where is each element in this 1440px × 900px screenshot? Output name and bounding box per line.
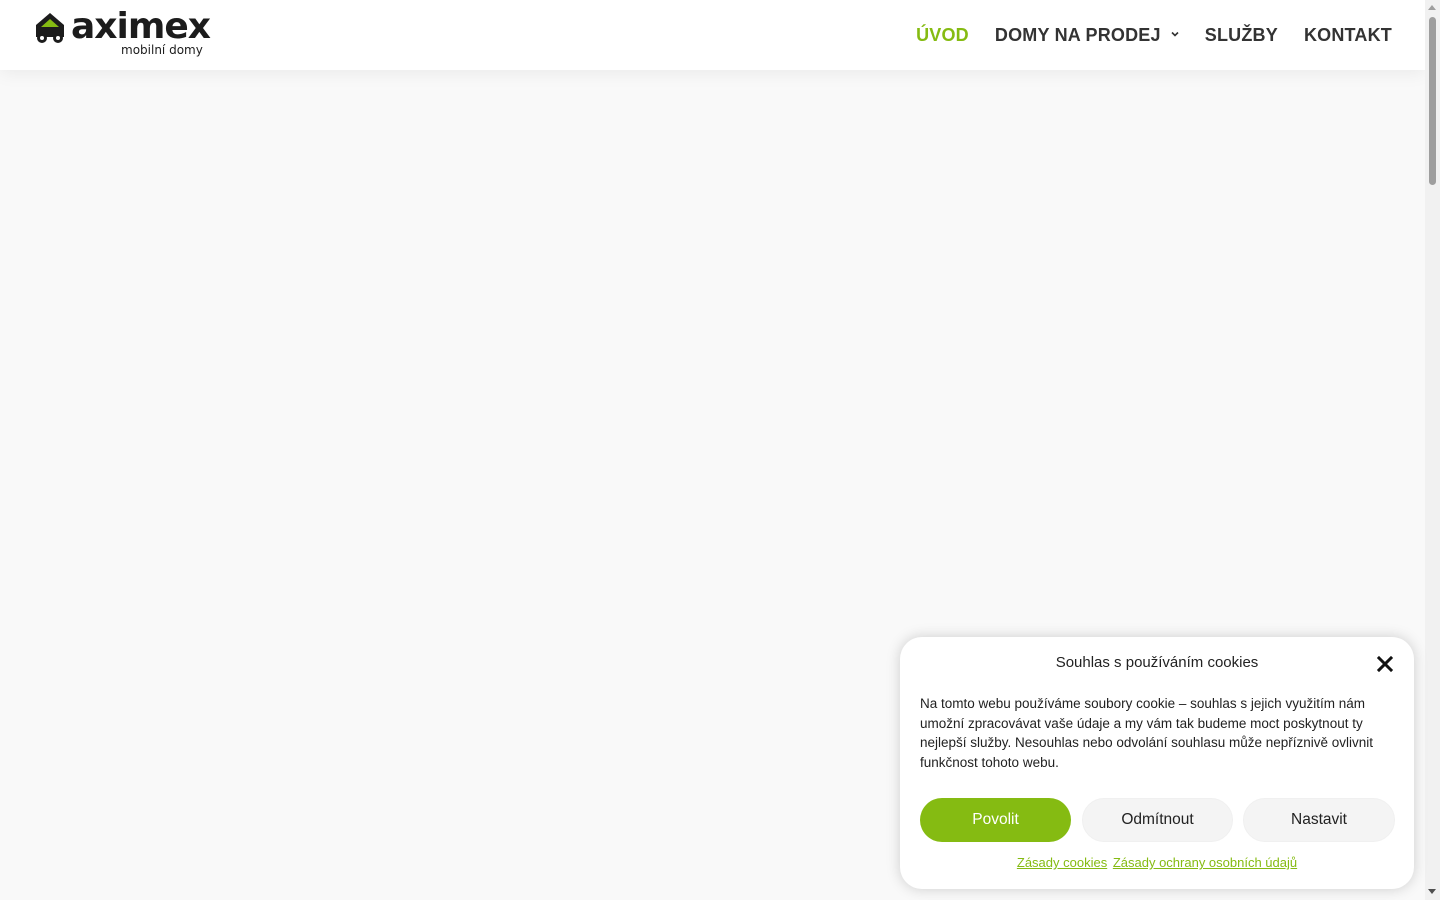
logo-tagline: mobilní domy: [121, 43, 203, 57]
cookie-policy-links: Zásady cookies Zásady ochrany osobních ú…: [900, 855, 1414, 870]
cookie-dialog-title: Souhlas s používáním cookies: [1055, 654, 1259, 671]
nav-item-label: DOMY NA PRODEJ: [994, 24, 1161, 45]
house-car-icon: [36, 13, 64, 43]
accept-cookies-button[interactable]: Povolit: [920, 798, 1071, 842]
chevron-down-icon: [1171, 31, 1179, 37]
deny-cookies-button[interactable]: Odmítnout: [1082, 798, 1233, 842]
cookie-policy-link[interactable]: Zásady cookies: [1017, 855, 1107, 870]
page: aximex mobilní domy ÚVOD DOMY NA PRODEJ …: [0, 0, 1440, 900]
nav-item-uvod[interactable]: ÚVOD: [916, 25, 969, 46]
scroll-thumb[interactable]: [1429, 17, 1436, 185]
privacy-policy-link[interactable]: Zásady ochrany osobních údajů: [1113, 855, 1297, 870]
nav-item-domy-na-prodej[interactable]: DOMY NA PRODEJ: [995, 25, 1179, 46]
nav-item-label: KONTAKT: [1303, 24, 1392, 45]
scroll-up-arrow[interactable]: [1428, 5, 1436, 10]
close-icon[interactable]: [1376, 655, 1394, 673]
nav-item-kontakt[interactable]: KONTAKT: [1304, 25, 1392, 46]
page-scrollbar[interactable]: [1425, 0, 1440, 900]
cookie-consent-dialog: Souhlas s používáním cookies Na tomto we…: [900, 637, 1414, 889]
logo-wordmark: aximex: [71, 6, 211, 47]
nav-item-sluzby[interactable]: SLUŽBY: [1205, 25, 1278, 46]
cookie-dialog-text: Na tomto webu používáme soubory cookie –…: [920, 696, 1374, 770]
nav-item-label: ÚVOD: [916, 24, 969, 45]
site-header: aximex mobilní domy ÚVOD DOMY NA PRODEJ …: [0, 0, 1425, 70]
logo[interactable]: aximex mobilní domy: [33, 7, 211, 60]
cookie-settings-button[interactable]: Nastavit: [1243, 798, 1395, 842]
nav-item-label: SLUŽBY: [1204, 24, 1278, 45]
main-nav: ÚVOD DOMY NA PRODEJ SLUŽBY KONTAKT: [890, 0, 1392, 70]
scroll-down-arrow[interactable]: [1428, 889, 1436, 894]
